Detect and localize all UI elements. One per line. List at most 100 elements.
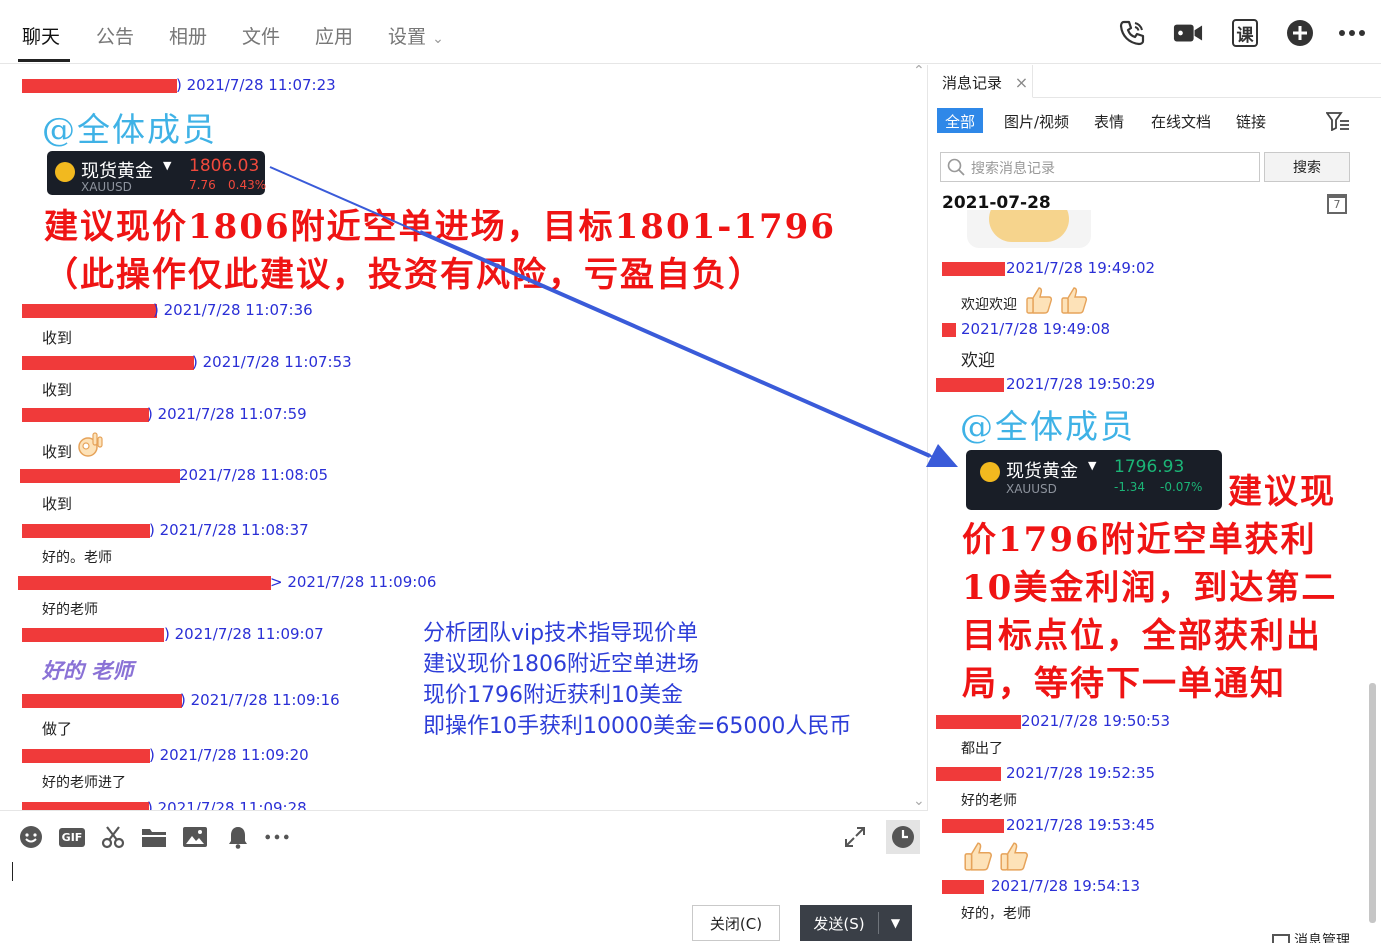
blue-annotation: 分析团队vip技术指导现价单 建议现价1806附近空单进场 现价1796附近获利… xyxy=(423,618,851,742)
tab-apps[interactable]: 应用 xyxy=(315,22,353,49)
collapse-up-icon[interactable]: ⌃ xyxy=(913,65,925,79)
redacted-sender xyxy=(20,469,180,483)
tab-settings-label: 设置 xyxy=(388,26,427,48)
phone-icon[interactable] xyxy=(1117,18,1147,48)
message-timestamp: > 2021/7/28 11:09:06 xyxy=(270,573,437,591)
at-all-mention: @全体成员 xyxy=(960,407,1135,446)
message-text: 好的 老师 xyxy=(42,659,134,683)
calendar-icon[interactable]: 7 xyxy=(1327,194,1347,214)
history-search-input[interactable]: 搜索消息记录 xyxy=(940,152,1260,182)
message-timestamp: 2021/7/28 19:49:08 xyxy=(961,320,1111,338)
message-timestamp: ) 2021/7/28 11:08:37 xyxy=(149,521,309,539)
active-tab-indicator xyxy=(18,59,70,62)
history-scrollbar[interactable] xyxy=(1369,683,1376,923)
blue-annotation-line: 建议现价1806附近空单进场 xyxy=(423,652,699,677)
redacted-sender xyxy=(942,880,984,894)
expand-icon[interactable] xyxy=(842,824,868,850)
redacted-sender xyxy=(22,408,149,422)
message-timestamp: ) 2021/7/28 11:09:28 xyxy=(147,799,307,810)
quote-change-pct: 0.43% xyxy=(228,178,267,192)
message-text: 都出了 xyxy=(961,741,1003,757)
close-button[interactable]: 关闭(C) xyxy=(692,905,780,941)
message-input[interactable]: 关闭(C) 发送(S) ▼ xyxy=(0,862,928,943)
red-annotation-profit: 建议现价1796附近空单获利10美金利润，到达第二目标点位，全部获利出局，等待下… xyxy=(962,472,1338,704)
filter-all[interactable]: 全部 xyxy=(937,108,984,133)
message-timestamp: 2021/7/28 19:52:35 xyxy=(1006,764,1156,782)
divider xyxy=(1033,97,1381,98)
message-text: 好的老师 xyxy=(961,793,1017,809)
tab-album[interactable]: 相册 xyxy=(169,22,207,49)
filter-links[interactable]: 链接 xyxy=(1228,108,1274,133)
tab-message-history[interactable]: 消息记录 × xyxy=(929,65,1033,98)
gold-quote-card[interactable]: 现货黄金 ▼ XAUUSD 1806.03 7.76 0.43% xyxy=(47,151,267,195)
message-timestamp: ) 2021/7/28 11:09:20 xyxy=(149,746,309,764)
video-icon[interactable] xyxy=(1173,18,1203,48)
quote-change: 7.76 xyxy=(189,178,216,192)
message-text: 欢迎欢迎 xyxy=(961,297,1017,313)
thumbs-up-emoji-icon xyxy=(1061,287,1088,314)
close-icon[interactable]: × xyxy=(1015,73,1028,92)
gold-coin-icon xyxy=(55,162,75,182)
message-text: 收到 xyxy=(42,329,73,347)
message-timestamp: ) 2021/7/28 11:07:36 xyxy=(153,301,313,319)
redacted-sender xyxy=(22,356,194,370)
message-timestamp: ) 2021/7/28 11:09:16 xyxy=(180,691,340,709)
blue-annotation-line: 分析团队vip技术指导现价单 xyxy=(423,621,699,646)
tab-announcements[interactable]: 公告 xyxy=(96,22,134,49)
more-icon[interactable] xyxy=(264,824,290,850)
emoji-icon[interactable] xyxy=(18,824,44,850)
message-timestamp: 2021/7/28 19:50:29 xyxy=(1006,375,1156,393)
message-timestamp: 2021/7/28 19:53:45 xyxy=(1006,816,1156,834)
redacted-sender xyxy=(936,767,1001,781)
red-annotation-entry: 建议现价1806附近空单进场，目标1801-1796（此操作仅此建议，投资有风险… xyxy=(44,207,836,295)
message-text: 好的，老师 xyxy=(961,906,1031,922)
manage-icon xyxy=(1272,934,1290,943)
folder-icon[interactable] xyxy=(141,824,167,850)
blue-annotation-line: 即操作10手获利10000美金=65000人民币 xyxy=(423,714,852,739)
history-tab-label: 消息记录 xyxy=(942,74,1003,92)
redacted-sender xyxy=(936,378,1004,392)
gif-icon[interactable]: GIF xyxy=(58,824,86,850)
message-timestamp: 2021/7/28 11:08:05 xyxy=(179,466,329,484)
thumbs-up-emoji-icon xyxy=(964,842,992,871)
blue-annotation-line: 现价1796附近获利10美金 xyxy=(423,683,683,708)
quote-symbol: XAUUSD xyxy=(81,180,132,194)
redacted-sender xyxy=(22,304,157,318)
redacted-sender xyxy=(22,749,150,763)
more-icon[interactable] xyxy=(1337,18,1367,48)
chat-message-area[interactable]: ⌃ ) 2021/7/28 11:07:23 @全体成员 现货黄金 ▼ XAUU… xyxy=(0,65,928,810)
send-button-label: 发送(S) xyxy=(813,914,865,933)
clock-icon[interactable] xyxy=(886,820,920,854)
redacted-sender xyxy=(942,819,1004,833)
collapse-down-icon[interactable]: ⌄ xyxy=(913,793,925,809)
add-circle-icon[interactable] xyxy=(1285,18,1315,48)
filter-settings-icon[interactable] xyxy=(1325,111,1350,135)
redacted-sender xyxy=(22,524,150,538)
sticker-image xyxy=(967,210,1091,248)
search-button[interactable]: 搜索 xyxy=(1264,152,1350,182)
redacted-sender xyxy=(942,323,956,337)
tab-files[interactable]: 文件 xyxy=(242,22,280,49)
ok-hand-emoji-icon xyxy=(78,432,103,457)
message-timestamp: 2021/7/28 19:54:13 xyxy=(991,877,1141,895)
at-all-mention: @全体成员 xyxy=(42,110,217,149)
message-text: 收到 xyxy=(42,381,73,399)
course-icon[interactable]: 课 xyxy=(1232,19,1258,47)
message-timestamp: ) 2021/7/28 11:07:59 xyxy=(147,405,307,423)
tab-chat[interactable]: 聊天 xyxy=(22,22,60,49)
tab-settings[interactable]: 设置 ⌄ xyxy=(388,22,444,49)
filter-stickers[interactable]: 表情 xyxy=(1086,108,1132,133)
redacted-sender xyxy=(22,79,177,93)
redacted-sender xyxy=(22,628,164,642)
send-button[interactable]: 发送(S) ▼ xyxy=(800,905,912,941)
filter-docs[interactable]: 在线文档 xyxy=(1143,108,1219,133)
image-icon[interactable] xyxy=(182,824,208,850)
bell-icon[interactable] xyxy=(225,824,251,850)
thumbs-up-emoji-icon xyxy=(1000,842,1028,871)
message-timestamp: ) 2021/7/28 11:07:23 xyxy=(176,76,336,94)
chevron-down-icon[interactable]: ▼ xyxy=(879,916,912,930)
scissors-icon[interactable] xyxy=(100,824,126,850)
filter-media[interactable]: 图片/视频 xyxy=(996,108,1077,133)
redacted-sender xyxy=(18,576,271,590)
message-management-button[interactable]: 消息管理 xyxy=(1272,932,1381,943)
